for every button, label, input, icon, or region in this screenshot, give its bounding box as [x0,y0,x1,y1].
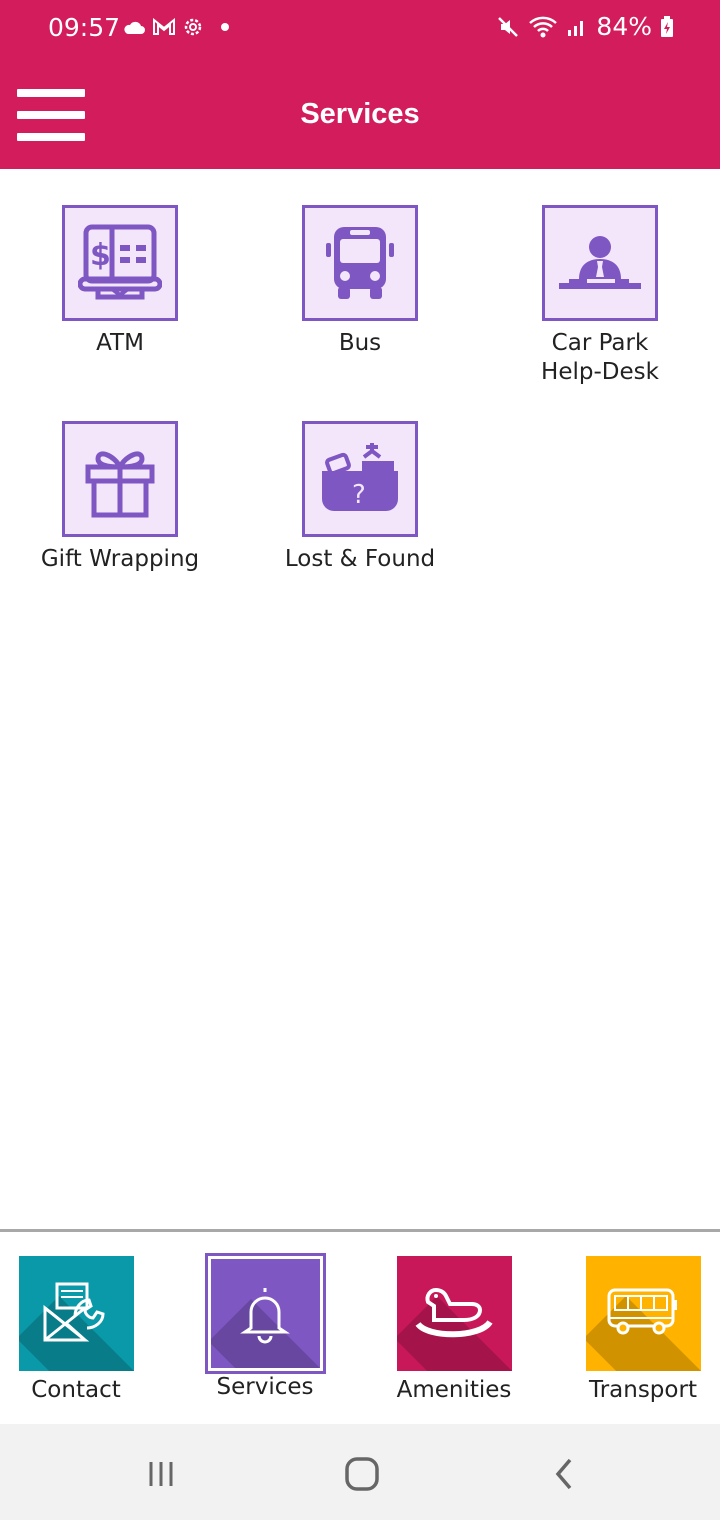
service-label: Lost & Found [284,546,436,572]
gmail-icon [153,18,175,35]
svg-text:?: ? [352,480,366,510]
recent-apps-icon[interactable] [131,1454,191,1494]
status-icons-right: 84% [496,12,674,41]
dot-icon [221,23,229,31]
help-desk-icon [542,205,658,321]
service-tile-atm[interactable]: $ ATM [20,205,220,358]
nav-label: Transport [589,1377,697,1403]
rocking-horse-icon [396,1256,512,1371]
bus-icon [302,205,418,321]
nav-label: Amenities [396,1377,512,1403]
gift-icon [62,421,178,537]
wifi-icon [529,16,558,37]
nav-label: Services [216,1374,314,1400]
svg-text:$: $ [90,238,111,273]
settings-icon [184,18,202,36]
home-icon[interactable] [332,1454,392,1494]
nav-item-contact[interactable]: Contact [0,1256,156,1403]
service-tile-car-park-help-desk[interactable]: Car Park Help-Desk [500,205,700,387]
transport-bus-icon [585,1256,701,1371]
contact-icon [18,1256,134,1371]
lost-found-icon: ? [302,421,418,537]
bell-icon [204,1253,326,1374]
battery-percent: 84% [596,12,652,41]
signal-icon [568,20,584,36]
nav-item-amenities[interactable]: Amenities [374,1256,534,1403]
cloud-icon [124,21,145,34]
page-title: Services [300,98,420,130]
battery-charging-icon [661,15,673,37]
app-bar: Services [0,58,720,169]
nav-label: Contact [31,1377,121,1403]
service-tile-lost-found[interactable]: ? Lost & Found [260,421,460,574]
nav-item-transport[interactable]: Transport [563,1256,720,1403]
status-bar: 09:57 84% [0,0,720,58]
nav-item-services[interactable]: Services [185,1253,345,1400]
status-time: 09:57 [48,13,121,42]
system-navigation-bar [0,1424,720,1520]
service-tile-bus[interactable]: Bus [260,205,460,358]
service-label: Bus [338,330,382,356]
service-label: ATM [96,330,144,356]
atm-icon: $ [62,205,178,321]
service-label: Car Park Help-Desk [541,330,659,385]
status-icons-left [122,16,232,38]
service-label: Gift Wrapping [40,546,200,572]
service-tile-gift-wrapping[interactable]: Gift Wrapping [20,421,220,574]
mute-icon [498,16,519,37]
bottom-nav: Contact Services Amenities Transport [0,1232,720,1424]
back-icon[interactable] [534,1454,594,1494]
